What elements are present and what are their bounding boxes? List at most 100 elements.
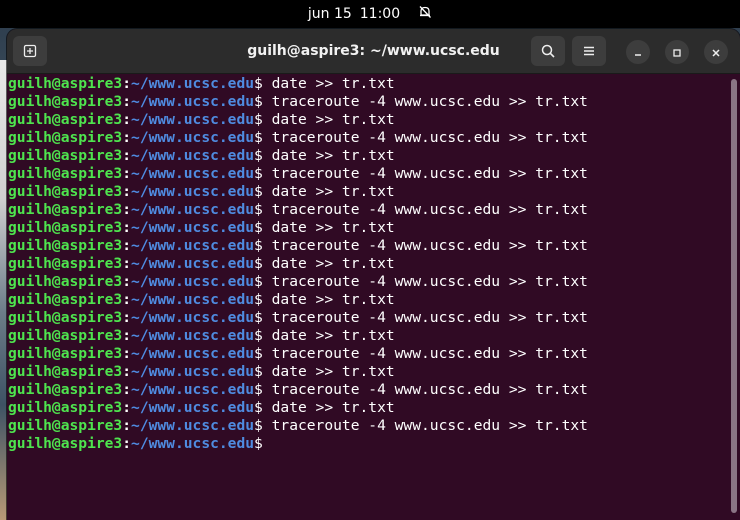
prompt-user: guilh@aspire3 [8, 129, 123, 146]
prompt-path: ~/www.ucsc.edu [131, 273, 255, 290]
prompt-colon: : [122, 237, 132, 254]
prompt-path: ~/www.ucsc.edu [131, 381, 255, 398]
prompt-colon: : [122, 165, 132, 182]
prompt-colon: : [122, 93, 132, 110]
prompt-colon: : [122, 435, 132, 452]
terminal-line: guilh@aspire3:~/www.ucsc.edu$ date >> tr… [8, 363, 726, 381]
prompt-path: ~/www.ucsc.edu [131, 165, 255, 182]
prompt-path: ~/www.ucsc.edu [131, 201, 255, 218]
prompt-symbol: $ [254, 165, 263, 182]
prompt-symbol: $ [254, 363, 263, 380]
prompt-colon: : [122, 309, 132, 326]
prompt-user: guilh@aspire3 [8, 183, 123, 200]
command-text: traceroute -4 www.ucsc.edu >> tr.txt [262, 381, 588, 398]
prompt-user: guilh@aspire3 [8, 291, 123, 308]
prompt-user: guilh@aspire3 [8, 381, 123, 398]
prompt-path: ~/www.ucsc.edu [131, 327, 255, 344]
prompt-colon: : [122, 201, 132, 218]
terminal-line: guilh@aspire3:~/www.ucsc.edu$ traceroute… [8, 165, 726, 183]
terminal-line: guilh@aspire3:~/www.ucsc.edu$ [8, 435, 726, 453]
prompt-symbol: $ [254, 75, 263, 92]
prompt-symbol: $ [254, 399, 263, 416]
prompt-colon: : [122, 75, 132, 92]
prompt-user: guilh@aspire3 [8, 75, 123, 92]
prompt-user: guilh@aspire3 [8, 327, 123, 344]
terminal-line: guilh@aspire3:~/www.ucsc.edu$ traceroute… [8, 381, 726, 399]
command-text: traceroute -4 www.ucsc.edu >> tr.txt [262, 309, 588, 326]
prompt-colon: : [122, 417, 132, 434]
prompt-symbol: $ [254, 345, 263, 362]
prompt-user: guilh@aspire3 [8, 111, 123, 128]
terminal-line: guilh@aspire3:~/www.ucsc.edu$ date >> tr… [8, 219, 726, 237]
prompt-symbol: $ [254, 417, 263, 434]
prompt-path: ~/www.ucsc.edu [131, 345, 255, 362]
search-button[interactable] [531, 36, 565, 66]
prompt-path: ~/www.ucsc.edu [131, 363, 255, 380]
terminal-line: guilh@aspire3:~/www.ucsc.edu$ date >> tr… [8, 75, 726, 93]
prompt-path: ~/www.ucsc.edu [131, 435, 255, 452]
command-text: date >> tr.txt [262, 147, 395, 164]
date-label: jun 15 [307, 6, 352, 22]
terminal-line: guilh@aspire3:~/www.ucsc.edu$ traceroute… [8, 201, 726, 219]
prompt-user: guilh@aspire3 [8, 399, 123, 416]
terminal-line: guilh@aspire3:~/www.ucsc.edu$ traceroute… [8, 417, 726, 435]
prompt-path: ~/www.ucsc.edu [131, 75, 255, 92]
time-label: 11:00 [359, 6, 401, 22]
terminal-line: guilh@aspire3:~/www.ucsc.edu$ date >> tr… [8, 255, 726, 273]
terminal-line: guilh@aspire3:~/www.ucsc.edu$ traceroute… [8, 93, 726, 111]
close-button[interactable] [704, 40, 728, 64]
command-text: traceroute -4 www.ucsc.edu >> tr.txt [262, 273, 588, 290]
prompt-user: guilh@aspire3 [8, 255, 123, 272]
command-text: date >> tr.txt [262, 255, 395, 272]
prompt-colon: : [122, 255, 132, 272]
prompt-symbol: $ [254, 309, 263, 326]
prompt-path: ~/www.ucsc.edu [131, 255, 255, 272]
prompt-user: guilh@aspire3 [8, 309, 123, 326]
command-text: date >> tr.txt [262, 291, 395, 308]
maximize-button[interactable] [665, 40, 689, 64]
command-text: traceroute -4 www.ucsc.edu >> tr.txt [262, 201, 588, 218]
prompt-symbol: $ [254, 381, 263, 398]
prompt-user: guilh@aspire3 [8, 147, 123, 164]
prompt-user: guilh@aspire3 [8, 93, 123, 110]
terminal-line: guilh@aspire3:~/www.ucsc.edu$ date >> tr… [8, 183, 726, 201]
prompt-user: guilh@aspire3 [8, 363, 123, 380]
prompt-user: guilh@aspire3 [8, 417, 123, 434]
terminal-line: guilh@aspire3:~/www.ucsc.edu$ traceroute… [8, 273, 726, 291]
prompt-user: guilh@aspire3 [8, 237, 123, 254]
terminal-line: guilh@aspire3:~/www.ucsc.edu$ date >> tr… [8, 147, 726, 165]
search-icon [540, 43, 556, 59]
prompt-user: guilh@aspire3 [8, 219, 123, 236]
hamburger-menu-icon [582, 44, 596, 58]
prompt-colon: : [122, 381, 132, 398]
header-bar: guilh@aspire3: ~/www.ucsc.edu [7, 29, 740, 74]
top-bar: jun 15 11:00 [0, 0, 740, 28]
prompt-path: ~/www.ucsc.edu [131, 399, 255, 416]
prompt-symbol: $ [254, 219, 263, 236]
terminal-line: guilh@aspire3:~/www.ucsc.edu$ traceroute… [8, 129, 726, 147]
prompt-symbol: $ [254, 255, 263, 272]
minimize-icon [633, 43, 643, 62]
command-text: traceroute -4 www.ucsc.edu >> tr.txt [262, 165, 588, 182]
menu-button[interactable] [572, 36, 606, 66]
prompt-path: ~/www.ucsc.edu [131, 111, 255, 128]
minimize-button[interactable] [626, 40, 650, 64]
prompt-symbol: $ [254, 201, 263, 218]
clock[interactable]: jun 15 11:00 [308, 5, 432, 23]
command-text: traceroute -4 www.ucsc.edu >> tr.txt [262, 237, 588, 254]
prompt-colon: : [122, 183, 132, 200]
close-icon [711, 43, 721, 62]
prompt-path: ~/www.ucsc.edu [131, 417, 255, 434]
command-text: date >> tr.txt [262, 363, 395, 380]
prompt-colon: : [122, 327, 132, 344]
terminal-output[interactable]: guilh@aspire3:~/www.ucsc.edu$ date >> tr… [7, 74, 726, 520]
scrollbar[interactable] [731, 79, 737, 513]
prompt-colon: : [122, 363, 132, 380]
maximize-icon [672, 43, 682, 62]
prompt-user: guilh@aspire3 [8, 345, 123, 362]
command-text: date >> tr.txt [262, 183, 395, 200]
prompt-path: ~/www.ucsc.edu [131, 237, 255, 254]
terminal-window: guilh@aspire3: ~/www.ucsc.edu guilh@aspi… [7, 29, 740, 520]
prompt-colon: : [122, 399, 132, 416]
prompt-colon: : [122, 273, 132, 290]
